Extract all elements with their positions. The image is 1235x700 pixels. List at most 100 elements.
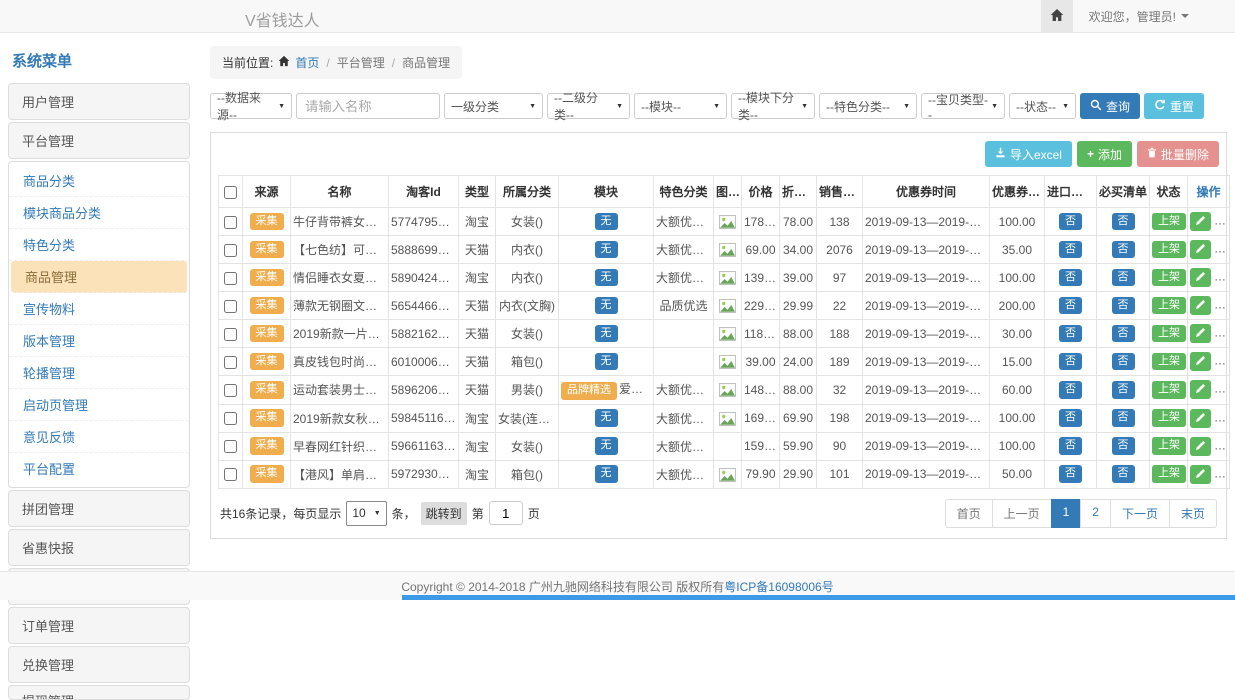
edit-button[interactable]: [1190, 409, 1211, 428]
search-button[interactable]: 查询: [1080, 93, 1140, 119]
breadcrumb-home-link[interactable]: 首页: [295, 54, 319, 71]
row-checkbox[interactable]: [224, 384, 237, 397]
sidebar-subitem-6[interactable]: 轮播管理: [9, 357, 189, 389]
filter-select-6[interactable]: --特色分类--▼: [819, 93, 917, 119]
import-select-toggle[interactable]: 否: [1059, 353, 1082, 371]
status-badge[interactable]: 上架: [1152, 409, 1186, 427]
import-select-toggle[interactable]: 否: [1059, 297, 1082, 315]
sidebar-subitem-9[interactable]: 平台配置: [9, 453, 189, 484]
must-buy-toggle[interactable]: 否: [1112, 381, 1135, 399]
page-link-5[interactable]: 末页: [1169, 499, 1217, 528]
edit-button[interactable]: [1190, 380, 1211, 399]
filter-select-7[interactable]: --宝贝类型--▼: [921, 93, 1005, 119]
row-checkbox[interactable]: [224, 328, 237, 341]
edit-button[interactable]: [1190, 437, 1211, 456]
status-badge[interactable]: 上架: [1152, 213, 1186, 231]
must-buy-toggle[interactable]: 否: [1112, 297, 1135, 315]
page-jump-input[interactable]: [489, 501, 523, 525]
sidebar-subitem-1[interactable]: 模块商品分类: [9, 197, 189, 229]
home-icon: [1050, 8, 1064, 25]
must-buy-toggle[interactable]: 否: [1112, 465, 1135, 483]
must-buy-cell: 否: [1097, 460, 1150, 488]
edit-button[interactable]: [1190, 240, 1211, 259]
import-select-toggle[interactable]: 否: [1059, 325, 1082, 343]
must-buy-toggle[interactable]: 否: [1112, 409, 1135, 427]
edit-button[interactable]: [1190, 465, 1211, 484]
home-button[interactable]: [1041, 0, 1073, 32]
sidebar-item-2[interactable]: 拼团管理: [8, 490, 190, 527]
page-link-3[interactable]: 2: [1080, 499, 1111, 528]
sidebar-item-3[interactable]: 省惠快报: [8, 529, 190, 566]
edit-button[interactable]: [1190, 296, 1211, 315]
add-button[interactable]: + 添加: [1077, 141, 1132, 167]
row-select-cell: [219, 264, 243, 292]
sidebar-subitem-2[interactable]: 特色分类: [9, 229, 189, 261]
filter-select-2[interactable]: 一级分类▼: [444, 93, 543, 119]
import-select-toggle[interactable]: 否: [1059, 269, 1082, 287]
sidebar-subitem-3[interactable]: 商品管理: [11, 261, 187, 293]
sidebar-subitem-0[interactable]: 商品分类: [9, 165, 189, 197]
reset-button[interactable]: 重置: [1144, 93, 1204, 119]
import-select-toggle[interactable]: 否: [1059, 381, 1082, 399]
row-checkbox[interactable]: [224, 356, 237, 369]
filter-select-5[interactable]: --模块下分类--▼: [731, 93, 815, 119]
must-buy-toggle[interactable]: 否: [1112, 325, 1135, 343]
row-checkbox[interactable]: [224, 272, 237, 285]
status-badge[interactable]: 上架: [1152, 353, 1186, 371]
horizontal-scrollbar-thumb[interactable]: [402, 595, 1235, 600]
status-badge[interactable]: 上架: [1152, 241, 1186, 259]
status-badge[interactable]: 上架: [1152, 297, 1186, 315]
status-badge[interactable]: 上架: [1152, 325, 1186, 343]
import-select-toggle[interactable]: 否: [1059, 213, 1082, 231]
sidebar-subitem-4[interactable]: 宣传物料: [9, 293, 189, 325]
edit-button[interactable]: [1190, 212, 1211, 231]
sidebar-item-5[interactable]: 订单管理: [8, 607, 190, 644]
must-buy-toggle[interactable]: 否: [1112, 437, 1135, 455]
edit-button[interactable]: [1190, 352, 1211, 371]
import-select-toggle[interactable]: 否: [1059, 241, 1082, 259]
import-select-toggle[interactable]: 否: [1059, 465, 1082, 483]
page-link-1[interactable]: 上一页: [992, 499, 1052, 528]
page-link-2[interactable]: 1: [1051, 499, 1082, 528]
sidebar-item-1[interactable]: 平台管理: [8, 122, 190, 159]
must-buy-toggle[interactable]: 否: [1112, 241, 1135, 259]
import-excel-button[interactable]: 导入excel: [985, 141, 1072, 167]
filter-select-0[interactable]: --数据来源--▼: [210, 93, 292, 119]
jump-button[interactable]: 跳转到: [421, 502, 467, 525]
row-checkbox[interactable]: [224, 468, 237, 481]
filter-select-4[interactable]: --模块--▼: [634, 93, 727, 119]
sidebar-item-7[interactable]: 提现管理: [8, 685, 190, 700]
must-buy-toggle[interactable]: 否: [1112, 213, 1135, 231]
import-select-toggle[interactable]: 否: [1059, 437, 1082, 455]
row-checkbox[interactable]: [224, 412, 237, 425]
batch-delete-button[interactable]: 批量删除: [1137, 141, 1219, 167]
edit-button[interactable]: [1190, 268, 1211, 287]
filter-select-8[interactable]: --状态--▼: [1009, 93, 1076, 119]
must-buy-toggle[interactable]: 否: [1112, 353, 1135, 371]
sidebar-subitem-5[interactable]: 版本管理: [9, 325, 189, 357]
row-checkbox[interactable]: [224, 440, 237, 453]
status-badge[interactable]: 上架: [1152, 465, 1186, 483]
edit-button[interactable]: [1190, 324, 1211, 343]
user-menu[interactable]: 欢迎您，管理员!: [1073, 0, 1235, 32]
row-checkbox[interactable]: [224, 216, 237, 229]
filter-select-3[interactable]: --二级分类--▼: [547, 93, 630, 119]
page-link-0[interactable]: 首页: [945, 499, 993, 528]
status-badge[interactable]: 上架: [1152, 381, 1186, 399]
table-row: 采集2019新款女秋薄款...598451162391淘宝女装(连衣裙)无大额优…: [219, 404, 1230, 432]
sidebar-subitem-8[interactable]: 意见反馈: [9, 421, 189, 453]
sidebar-subitem-7[interactable]: 启动页管理: [9, 389, 189, 421]
sidebar-item-0[interactable]: 用户管理: [8, 83, 190, 120]
sidebar-item-6[interactable]: 兑换管理: [8, 646, 190, 683]
select-all-checkbox[interactable]: [224, 186, 237, 199]
row-checkbox[interactable]: [224, 300, 237, 313]
row-checkbox[interactable]: [224, 244, 237, 257]
name-search-input[interactable]: [296, 93, 440, 119]
page-link-4[interactable]: 下一页: [1110, 499, 1170, 528]
icp-link[interactable]: 粤ICP备16098006号: [724, 578, 833, 595]
must-buy-toggle[interactable]: 否: [1112, 269, 1135, 287]
status-badge[interactable]: 上架: [1152, 269, 1186, 287]
status-badge[interactable]: 上架: [1152, 437, 1186, 455]
page-size-select[interactable]: 10 ▼: [346, 501, 386, 526]
import-select-toggle[interactable]: 否: [1059, 409, 1082, 427]
